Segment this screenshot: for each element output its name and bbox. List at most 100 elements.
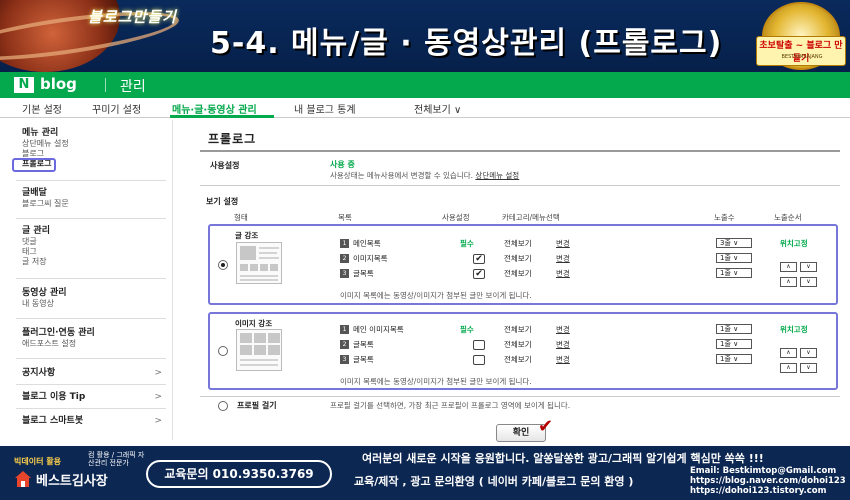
col-head-category: 카테고리/메뉴선택 [502,213,560,222]
option-text-emphasis[interactable]: 글 강조 1 메인목록 필수 전체보기 변경 3줄 ∨ 위치고정 2 이미지목록… [208,224,838,305]
footer-tistory-url: https://dohoi123.tistory.com [690,486,827,496]
change-link[interactable]: 변경 [556,238,570,249]
row-number: 3 [340,269,349,278]
change-link[interactable]: 변경 [556,253,570,264]
change-link[interactable]: 변경 [556,268,570,279]
tab-decorate-settings[interactable]: 꾸미기 설정 [92,101,141,116]
count-value: 3줄 [720,239,731,247]
col-head-type: 형태 [234,213,248,222]
sidebar-group-title: 글배달 [22,188,47,198]
sidebar-group-title: 블로그 스마트봇 [22,416,84,426]
order-buttons: ∧ ∨ [780,268,820,287]
required-label: 필수 [460,239,474,248]
change-link[interactable]: 변경 [556,339,570,350]
sidebar-group-title: 글 관리 [22,226,50,236]
col-head-list: 목록 [338,213,352,222]
sidebar-group-posts: 글 관리 댓글 태그 글 저장 [22,226,50,267]
count-select[interactable]: 1줄 ∨ [716,324,752,334]
change-link[interactable]: 변경 [556,354,570,365]
sidebar-item-my-videos[interactable]: 내 동영상 [22,299,67,309]
sidebar-item-tags[interactable]: 태그 [22,247,50,257]
use-checkbox[interactable]: ✔ [473,269,485,279]
footer-banner: 빅데이터 활용 컴 활용 / 그래픽 자산관리 전문가 베스트김사장 교육문의 … [0,446,850,500]
view-settings-label: 보기 설정 [206,197,239,206]
use-checkbox[interactable]: ✔ [473,254,485,264]
category-label: 전체보기 [504,340,532,349]
list-row: 1 메인 이미지목록 필수 전체보기 변경 1줄 ∨ 위치고정 [340,324,835,336]
col-head-count: 노출수 [714,213,735,222]
use-checkbox[interactable] [473,340,485,350]
row-name: 메인 이미지목록 [353,325,404,334]
title-divider [200,150,840,152]
blog-logo-text[interactable]: blog [40,75,77,93]
row-number: 1 [340,239,349,248]
sidebar-item-adpost[interactable]: 애드포스트 설정 [22,339,95,349]
usage-desc-text: 사용상태는 메뉴사용에서 변경할 수 있습니다. [330,171,474,180]
list-row: 3 글목록 전체보기 변경 1줄 ∨ ∧ ∨ [340,354,835,373]
count-value: 1줄 [720,325,731,333]
list-row: 2 이미지목록 ✔ 전체보기 변경 1줄 ∨ ∧ ∨ [340,253,835,272]
sidebar-item-smartbot[interactable]: 블로그 스마트봇 [22,416,162,427]
order-down-button[interactable]: ∨ [800,363,817,373]
option-image-emphasis[interactable]: 이미지 강조 1 메인 이미지목록 필수 전체보기 변경 1줄 ∨ 위치고정 2… [208,312,838,390]
usage-status: 사용 중 [330,160,355,169]
count-select[interactable]: 1줄 ∨ [716,253,752,263]
sidebar-divider [16,408,166,409]
count-value: 1줄 [720,269,731,277]
count-select[interactable]: 1줄 ∨ [716,268,752,278]
sidebar-item-tips[interactable]: 블로그 이용 Tip [22,392,162,403]
profile-description: 프로필 걸기를 선택하면, 가장 최근 프로필이 프롤로그 영역에 보이게 됩니… [330,401,571,410]
usage-label: 사용설정 [210,161,240,170]
footer-contact: Email: Bestkimtop@Gmail.com https://blog… [690,466,846,496]
order-down-button[interactable]: ∨ [800,277,817,287]
sidebar-item-saved-posts[interactable]: 글 저장 [22,257,50,267]
count-select[interactable]: 3줄 ∨ [716,238,752,248]
footer-logo-sub: 컴 활용 / 그래픽 자산관리 전문가 [88,451,145,467]
sidebar-group-video: 동영상 관리 내 동영상 [22,288,67,309]
naver-blog-header: N blog 관리 [0,72,850,98]
footer-message: 여러분의 새로운 시작을 응원합니다. 알쏭달쏭한 광고/그래픽 알기쉽게 핵심… [362,452,764,465]
use-checkbox[interactable] [473,355,485,365]
top-menu-settings-link[interactable]: 상단메뉴 설정 [475,171,519,180]
footer-blog-url: https://blog.naver.com/dohoi123 [690,476,846,486]
tab-blog-stats[interactable]: 내 블로그 통계 [294,101,356,116]
manage-label[interactable]: 관리 [120,76,146,96]
order-up-button[interactable]: ∧ [780,277,797,287]
tab-view-all[interactable]: 전체보기 ∨ [414,101,461,116]
radio-image-emphasis[interactable] [218,346,228,356]
sidebar-item-top-menu[interactable]: 상단메뉴 설정 [22,139,69,149]
usage-setting-row: 사용설정 사용 중 사용상태는 메뉴사용에서 변경할 수 있습니다. 상단메뉴 … [200,156,840,186]
list-row: 1 메인목록 필수 전체보기 변경 3줄 ∨ 위치고정 [340,238,835,250]
order-up-button[interactable]: ∧ [780,363,797,373]
chevron-right-icon: > [154,416,162,426]
sidebar-divider [16,218,166,219]
count-select[interactable]: 1줄 ∨ [716,339,752,349]
row-number: 3 [340,355,349,364]
category-label: 전체보기 [504,254,532,263]
option-title: 이미지 강조 [235,319,273,328]
position-fixed-label: 위치고정 [780,239,808,248]
sidebar-item-notice[interactable]: 공지사항 [22,368,162,379]
category-label: 전체보기 [504,355,532,364]
checkmark-icon: ✔ [538,416,554,437]
row-number: 1 [340,325,349,334]
radio-text-emphasis[interactable] [218,260,228,270]
profile-option-row: 프로필 걸기 프로필 걸기를 선택하면, 가장 최근 프로필이 프롤로그 영역에… [200,396,840,412]
list-row: 2 글목록 전체보기 변경 1줄 ∨ ∧ ∨ [340,339,835,358]
tab-basic-settings[interactable]: 기본 설정 [22,101,62,116]
naver-logo-icon[interactable]: N [14,77,34,93]
sidebar-item-blogc[interactable]: 블로그씨 질문 [22,199,69,209]
sidebar-item-comments[interactable]: 댓글 [22,237,50,247]
active-tab-indicator [170,115,274,118]
top-banner: 블로그만들기 5-4. 메뉴/글 · 동영상관리 (프롤로그) 초보탈출 ~ 블… [0,0,850,72]
change-link[interactable]: 변경 [556,324,570,335]
count-select[interactable]: 1줄 ∨ [716,354,752,364]
tab-menu-post-video[interactable]: 메뉴·글·동영상 관리 [172,101,257,116]
row-name: 글목록 [353,340,374,349]
col-head-order: 노출순서 [774,213,802,222]
house-icon [15,471,31,487]
footer-logo-top: 빅데이터 활용 [14,457,61,466]
sidebar-divider [16,318,166,319]
row-name: 글목록 [353,269,374,278]
radio-profile[interactable] [218,401,228,411]
